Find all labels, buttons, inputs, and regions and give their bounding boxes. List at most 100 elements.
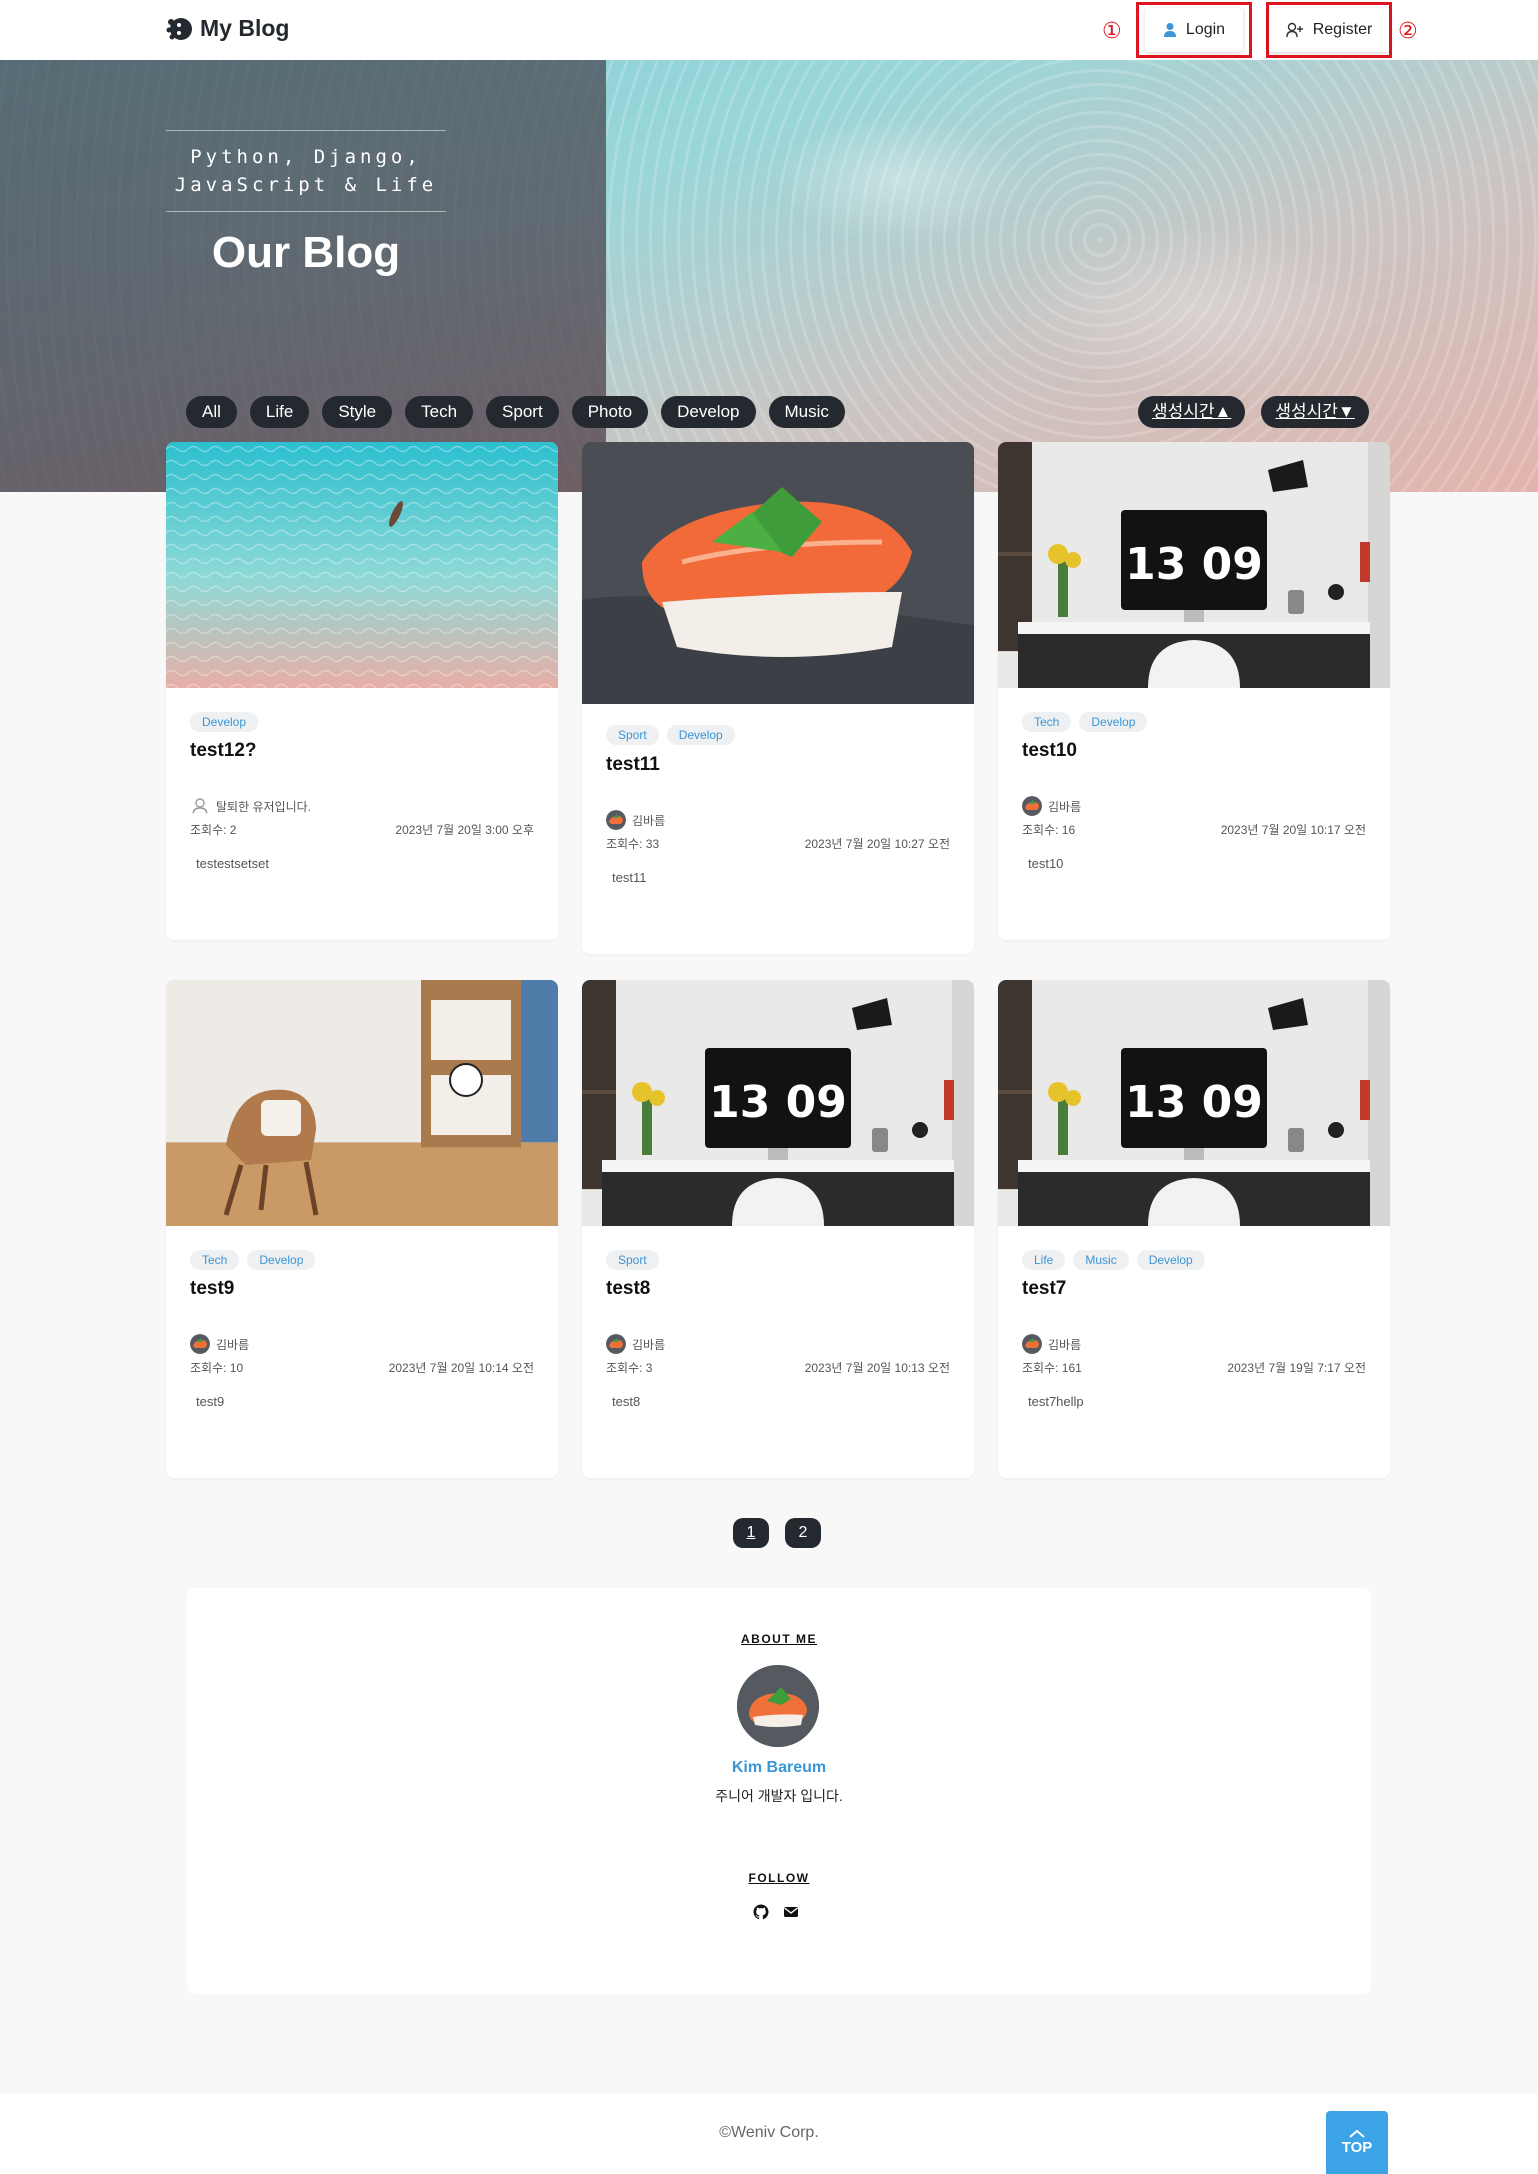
post-excerpt: test8	[612, 1394, 641, 1409]
category-sport[interactable]: Sport	[486, 396, 559, 428]
page-1-label: 1	[746, 1524, 756, 1541]
post-tags: Develop	[190, 712, 259, 732]
post-tag[interactable]: Sport	[606, 725, 659, 745]
github-icon[interactable]	[753, 1904, 769, 1920]
sort-created-asc-button[interactable]: 생성시간▲	[1138, 396, 1246, 428]
author-name: 김바름	[632, 1337, 666, 1352]
category-all[interactable]: All	[186, 396, 237, 428]
view-count: 조회수: 33	[606, 837, 660, 851]
category-tech[interactable]: Tech	[405, 396, 474, 428]
post-title[interactable]: test12?	[190, 740, 257, 762]
category-develop[interactable]: Develop	[661, 396, 756, 428]
post-thumbnail[interactable]	[166, 442, 558, 688]
category-photo[interactable]: Photo	[571, 396, 649, 428]
post-thumbnail[interactable]: 13 09	[998, 980, 1390, 1226]
view-count: 조회수: 2	[190, 823, 237, 837]
top-label: TOP	[1341, 2139, 1373, 2156]
category-music[interactable]: Music	[768, 396, 845, 428]
post-excerpt: testestsetset	[196, 856, 269, 871]
post-excerpt: test9	[196, 1394, 225, 1409]
post-tag[interactable]: Music	[1073, 1250, 1129, 1270]
post-excerpt: test11	[612, 870, 647, 885]
about-me-section: ABOUT ME Kim Bareum 주니어 개발자 입니다. FOLLOW	[187, 1588, 1371, 1994]
post-author: 탈퇴한 유저입니다.	[190, 796, 311, 816]
category-filter-bar: All Life Style Tech Sport Photo Develop …	[186, 396, 845, 428]
annotation-marker-1: ①	[1102, 18, 1122, 43]
register-label: Register	[1312, 21, 1373, 38]
category-life[interactable]: Life	[249, 396, 310, 428]
post-tag[interactable]: Develop	[247, 1250, 316, 1270]
post-title[interactable]: test8	[606, 1278, 650, 1300]
follow-heading: FOLLOW	[748, 1871, 810, 1885]
author-name: 김바름	[216, 1337, 250, 1352]
post-card[interactable]: 13 09 Sport test8 김바름 조회수: 3 2023년 7월 20…	[582, 980, 974, 1478]
hero-subtitle-line-1: Python, Django,	[190, 146, 422, 168]
login-label: Login	[1185, 21, 1226, 38]
annotation-marker-2: ②	[1398, 18, 1418, 43]
view-count: 조회수: 16	[1022, 823, 1076, 837]
view-count: 조회수: 161	[1022, 1361, 1082, 1375]
hero-subtitle: Python, Django, JavaScript & Life	[166, 130, 446, 212]
post-meta: 조회수: 16 2023년 7월 20일 10:17 오전	[1022, 821, 1366, 838]
sort-created-desc-button[interactable]: 생성시간▼	[1261, 396, 1369, 428]
post-tag[interactable]: Life	[1022, 1250, 1066, 1270]
category-style[interactable]: Style	[322, 396, 393, 428]
post-card[interactable]: 13 09 Life Music Develop test7 김바름 조회수: 16…	[998, 980, 1390, 1478]
about-heading: ABOUT ME	[741, 1632, 817, 1646]
author-name: Kim Bareum	[731, 1759, 827, 1776]
hero-title: Our Blog	[211, 228, 401, 277]
pagination: 1 2	[733, 1518, 821, 1548]
post-meta: 조회수: 2 2023년 7월 20일 3:00 오후	[190, 821, 534, 838]
post-excerpt: test7hellp	[1028, 1394, 1084, 1409]
post-card[interactable]: Tech Develop test9 김바름 조회수: 10 2023년 7월 2…	[166, 980, 558, 1478]
author-name: 김바름	[1048, 799, 1082, 814]
anonymous-user-icon	[190, 796, 210, 816]
post-thumbnail[interactable]	[582, 442, 974, 704]
scroll-top-button[interactable]: TOP	[1326, 2111, 1388, 2174]
post-card[interactable]: Develop test12? 탈퇴한 유저입니다. 조회수: 2 2023년 …	[166, 442, 558, 940]
post-thumbnail[interactable]	[166, 980, 558, 1226]
post-title[interactable]: test7	[1022, 1278, 1066, 1300]
logo[interactable]: My Blog	[166, 15, 289, 42]
email-icon[interactable]	[783, 1904, 799, 1920]
post-tag[interactable]: Develop	[190, 712, 259, 732]
post-date: 2023년 7월 20일 10:27 오전	[804, 837, 950, 851]
view-count: 조회수: 3	[606, 1361, 653, 1375]
post-meta: 조회수: 3 2023년 7월 20일 10:13 오전	[606, 1359, 950, 1376]
post-author: 김바름	[606, 810, 665, 830]
author-bio: 주니어 개발자 입니다.	[715, 1788, 843, 1804]
social-links	[753, 1904, 799, 1920]
post-title[interactable]: test9	[190, 1278, 234, 1300]
post-author: 김바름	[1022, 796, 1081, 816]
post-date: 2023년 7월 20일 10:13 오전	[804, 1361, 950, 1375]
post-tag[interactable]: Develop	[666, 725, 735, 745]
post-thumbnail[interactable]: 13 09	[998, 442, 1390, 688]
post-tag[interactable]: Tech	[190, 1250, 240, 1270]
post-tags: Tech Develop	[190, 1250, 316, 1270]
post-tag[interactable]: Develop	[1079, 712, 1148, 732]
post-thumbnail[interactable]: 13 09	[582, 980, 974, 1226]
page-2-button[interactable]: 2	[785, 1518, 821, 1548]
post-meta: 조회수: 10 2023년 7월 20일 10:14 오전	[190, 1359, 534, 1376]
page-2-label: 2	[798, 1524, 808, 1541]
sushi-avatar	[1022, 1334, 1042, 1354]
post-title[interactable]: test10	[1022, 740, 1077, 762]
author-name: 탈퇴한 유저입니다.	[216, 799, 311, 814]
register-button[interactable]: Register	[1266, 2, 1392, 58]
post-date: 2023년 7월 20일 3:00 오후	[395, 823, 534, 837]
author-name: 김바름	[1048, 1337, 1082, 1352]
page-1-button[interactable]: 1	[733, 1518, 769, 1548]
sort-controls: 생성시간▲ 생성시간▼	[1138, 396, 1369, 428]
site-header: My Blog ① Login Register ②	[0, 0, 1538, 60]
post-tag[interactable]: Tech	[1022, 712, 1072, 732]
post-card[interactable]: 13 09 Tech Develop test10 김바름 조회수: 16 202…	[998, 442, 1390, 940]
post-tags: Sport	[606, 1250, 659, 1270]
post-title[interactable]: test11	[606, 754, 660, 776]
post-tags: Sport Develop	[606, 725, 735, 745]
post-card[interactable]: Sport Develop test11 김바름 조회수: 33 2023년 7월…	[582, 442, 974, 954]
login-button[interactable]: Login	[1136, 2, 1252, 58]
post-tag[interactable]: Develop	[1136, 1250, 1205, 1270]
post-tag[interactable]: Sport	[606, 1250, 659, 1270]
post-author: 김바름	[190, 1334, 249, 1354]
post-tags: Life Music Develop	[1022, 1250, 1205, 1270]
